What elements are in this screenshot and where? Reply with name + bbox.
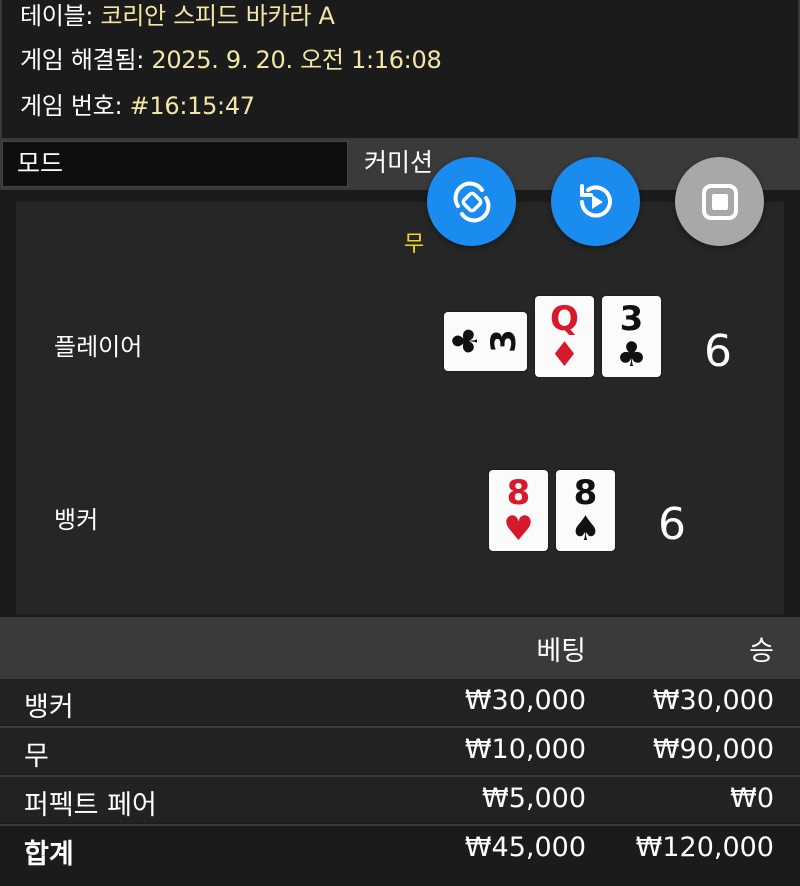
bet-column-header: 베팅	[536, 636, 586, 667]
bets-table: 베팅 승 뱅커 ₩30,000 ₩30,000 무 ₩10,000 ₩90,00…	[0, 617, 800, 886]
total-label: 합계	[24, 839, 74, 870]
banker-card-2: 8 ♠	[556, 470, 615, 551]
resolved-label: 게임 해결됨:	[20, 46, 152, 74]
player-label: 플레이어	[54, 333, 143, 361]
resolved-value: 2025. 9. 20. 오전 1:16:08	[151, 46, 442, 74]
card-rank: Q	[550, 299, 579, 339]
game-result-panel: 무 플레이어 3 ♣ Q ♦ 3 ♣ 6 뱅커 8 ♥ 8 ♠ 6	[0, 190, 800, 617]
table-label: 테이블:	[20, 2, 101, 30]
win-amount: ₩0	[730, 783, 774, 814]
banker-label: 뱅커	[54, 506, 99, 534]
resolved-info: 게임 해결됨: 2025. 9. 20. 오전 1:16:08	[20, 40, 442, 75]
game-number-info: 게임 번호: #16:15:47	[20, 86, 255, 121]
bet-name: 무	[24, 741, 49, 772]
game-result-board: 무 플레이어 3 ♣ Q ♦ 3 ♣ 6 뱅커 8 ♥ 8 ♠ 6	[16, 202, 784, 614]
total-bet: ₩45,000	[464, 832, 586, 863]
card-rank: 8	[506, 473, 531, 513]
stop-icon	[701, 183, 738, 220]
table-info: 테이블: 코리안 스피드 바카라 A	[20, 0, 335, 31]
card-rank: 8	[573, 473, 598, 513]
bet-amount: ₩5,000	[482, 783, 586, 814]
table-value: 코리안 스피드 바카라 A	[100, 2, 335, 30]
player-card-2: Q ♦	[535, 296, 594, 377]
player-card-3: 3 ♣	[602, 296, 661, 377]
win-amount: ₩90,000	[652, 734, 774, 765]
card-suit: ♥	[503, 509, 534, 549]
win-amount: ₩30,000	[652, 685, 774, 716]
total-row: 합계 ₩45,000 ₩120,000	[0, 824, 800, 872]
player-card-1: 3 ♣	[444, 312, 527, 371]
mode-label: 모드	[2, 141, 348, 187]
stop-button[interactable]	[675, 157, 764, 246]
card-suit: ♣	[446, 325, 486, 357]
banker-score: 6	[658, 499, 686, 550]
card-rank: 3	[619, 299, 644, 339]
bet-amount: ₩10,000	[464, 734, 586, 765]
outcome-label: 무	[404, 232, 425, 257]
total-win: ₩120,000	[635, 832, 774, 863]
card-suit: ♠	[570, 509, 601, 549]
replay-icon	[579, 183, 612, 217]
game-info-panel: 테이블: 코리안 스피드 바카라 A 게임 해결됨: 2025. 9. 20. …	[0, 0, 800, 138]
banker-card-1: 8 ♥	[489, 470, 548, 551]
game-number-value: #16:15:47	[129, 92, 256, 120]
card-suit: ♦	[549, 335, 580, 375]
card-rank: 3	[484, 329, 524, 353]
table-row: 퍼펙트 페어 ₩5,000 ₩0	[0, 775, 800, 823]
rotate-sync-button[interactable]	[427, 157, 516, 246]
bet-amount: ₩30,000	[464, 685, 586, 716]
table-row: 뱅커 ₩30,000 ₩30,000	[0, 677, 800, 725]
bets-table-header: 베팅 승	[0, 617, 800, 677]
bet-name: 뱅커	[24, 692, 74, 723]
player-score: 6	[704, 326, 732, 377]
game-number-label: 게임 번호:	[20, 92, 130, 120]
bet-name: 퍼펙트 페어	[24, 790, 157, 821]
card-suit: ♣	[616, 335, 647, 375]
win-column-header: 승	[749, 636, 774, 667]
replay-button[interactable]	[551, 157, 640, 246]
rotate-sync-icon	[453, 181, 490, 222]
table-row: 무 ₩10,000 ₩90,000	[0, 726, 800, 774]
